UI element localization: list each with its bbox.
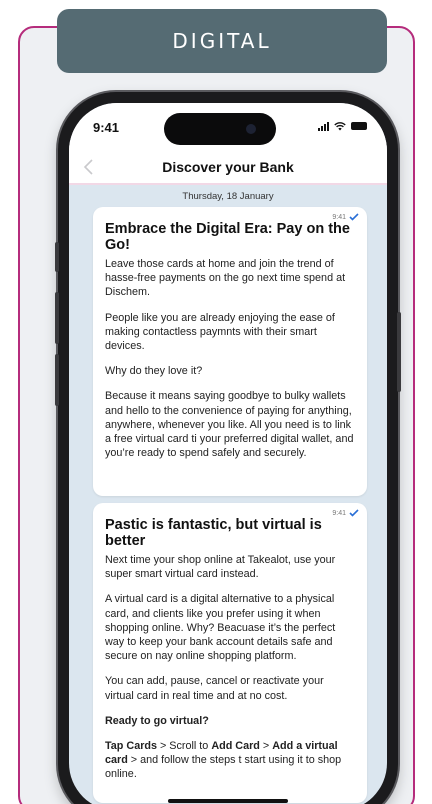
message-meta: 9:41: [332, 509, 359, 517]
message-paragraph: Next time your shop online at Takealot, …: [105, 554, 336, 581]
dynamic-island: [164, 113, 276, 145]
signal-icon: [318, 121, 329, 131]
message-title: Embrace the Digital Era: Pay on the Go!: [105, 221, 350, 253]
date-separator: Thursday, 18 January: [182, 191, 274, 202]
message-paragraph: Ready to go virtual?: [105, 714, 209, 727]
status-icons: [318, 121, 367, 131]
phone-mockup: 9:41 Discover your Bank Thursday, 18 Jan: [55, 92, 401, 804]
volume-up-button: [55, 292, 59, 344]
message-paragraph: People like you are already enjoying the…: [105, 311, 335, 353]
step-tap-cards: Tap Cards: [105, 740, 157, 753]
message-paragraph: Why do they love it?: [105, 365, 203, 378]
message-steps: Tap Cards > Scroll to Add Card > Add a v…: [105, 739, 355, 782]
status-bar: 9:41: [69, 103, 387, 149]
page-title: Discover your Bank: [162, 159, 294, 175]
side-button: [55, 242, 59, 272]
phone-screen: 9:41 Discover your Bank Thursday, 18 Jan: [69, 103, 387, 804]
volume-down-button: [55, 354, 59, 406]
message-paragraph: A virtual card is a digital alternative …: [105, 593, 336, 663]
message-bubble: 9:41 Embrace the Digital Era: Pay on the…: [93, 207, 367, 496]
double-check-icon: [349, 509, 359, 517]
message-title: Pastic is fantastic, but virtual is bett…: [105, 517, 322, 549]
step-separator: >: [259, 740, 273, 753]
category-badge: DIGITAL: [57, 9, 387, 73]
step-add-card: Add Card: [211, 740, 260, 753]
nav-bar: Discover your Bank: [69, 149, 387, 185]
wifi-icon: [334, 122, 346, 131]
message-time: 9:41: [332, 213, 346, 221]
message-meta: 9:41: [332, 213, 359, 221]
home-indicator[interactable]: [168, 799, 288, 803]
message-paragraph: You can add, pause, cancel or reactivate…: [105, 675, 324, 702]
message-paragraph: Because it means saying goodbye to bulky…: [105, 390, 354, 460]
status-time: 9:41: [93, 120, 120, 135]
message-time: 9:41: [332, 509, 346, 517]
step-separator: > Scroll to: [157, 740, 212, 753]
message-bubble: 9:41 Pastic is fantastic, but virtual is…: [93, 503, 367, 803]
double-check-icon: [349, 213, 359, 221]
battery-icon: [351, 122, 367, 130]
step-rest: > and follow the steps t start using it …: [105, 754, 342, 781]
message-paragraph: Leave those cards at home and join the t…: [105, 258, 346, 299]
power-button: [397, 312, 401, 392]
